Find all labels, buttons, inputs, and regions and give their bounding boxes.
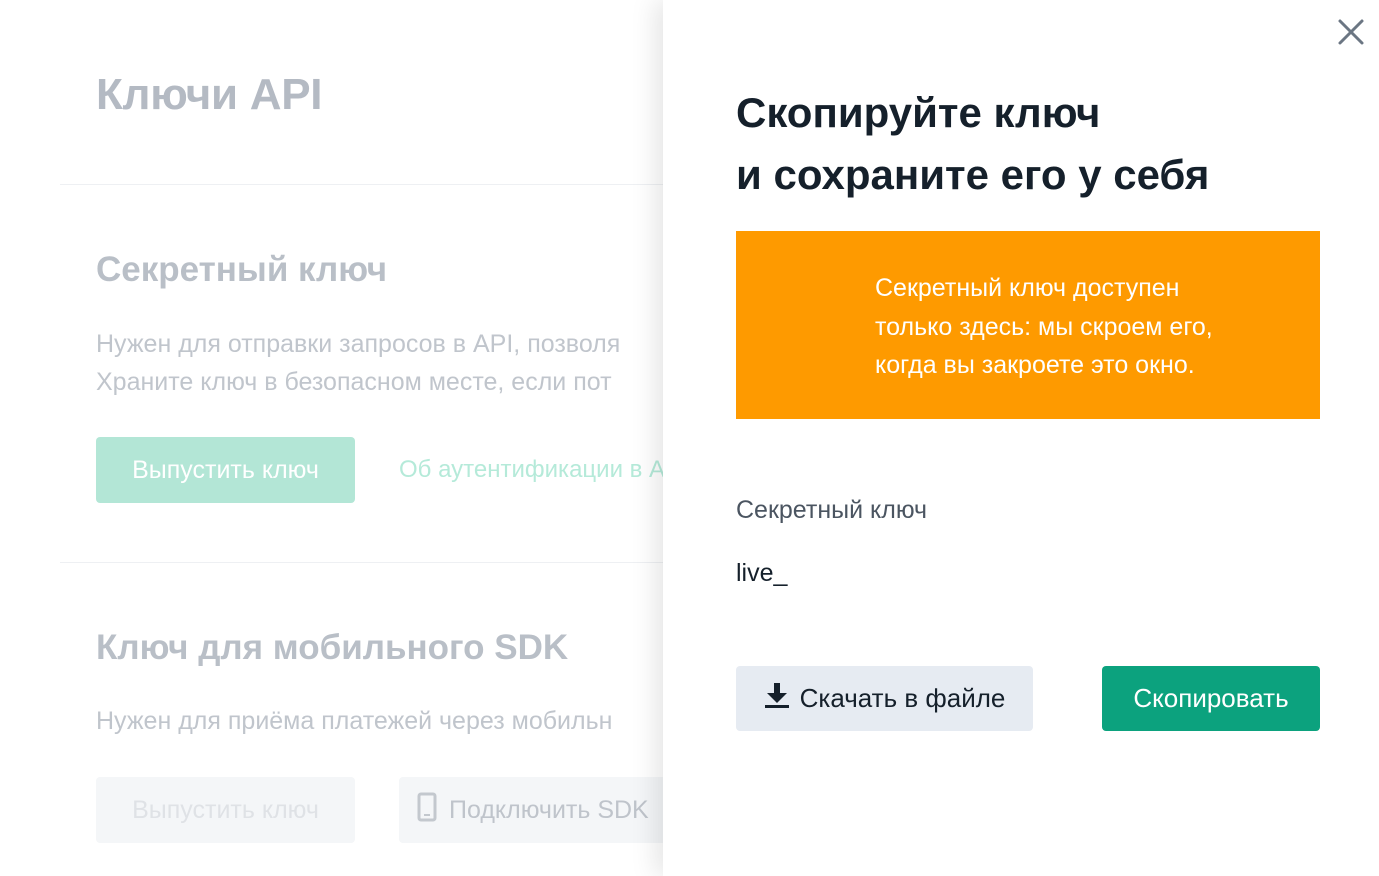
- close-icon: [1337, 18, 1365, 51]
- download-icon: [764, 681, 790, 716]
- secret-key-value-text: live_: [736, 559, 788, 587]
- secret-key-label: Секретный ключ: [736, 496, 928, 524]
- download-file-label: Скачать в файле: [799, 683, 1006, 713]
- secret-key-description-line2: Храните ключ в безопасном месте, если по…: [96, 368, 612, 396]
- download-file-button[interactable]: Скачать в файле: [736, 666, 1033, 731]
- page-title: Ключи API: [96, 70, 323, 119]
- divider: [60, 562, 680, 563]
- copy-button[interactable]: Скопировать: [1102, 666, 1320, 731]
- sdk-key-heading: Ключ для мобильного SDK: [96, 628, 569, 667]
- warning-line3: когда вы закроете это окно.: [875, 351, 1195, 379]
- connect-sdk-button[interactable]: Подключить SDK: [399, 777, 699, 843]
- warning-line1: Секретный ключ доступен: [875, 274, 1180, 302]
- modal-title: Скопируйте ключ и сохраните его у себя: [736, 82, 1336, 206]
- secret-key-description-line1: Нужен для отправки запросов в API, позво…: [96, 330, 621, 358]
- auth-docs-link[interactable]: Об аутентификации в А: [399, 456, 665, 484]
- phone-icon: [417, 792, 437, 829]
- redaction-mask: [736, 594, 1320, 626]
- connect-sdk-label: Подключить SDK: [449, 795, 649, 824]
- secret-key-heading: Секретный ключ: [96, 250, 388, 289]
- modal-title-line1: Скопируйте ключ: [736, 89, 1101, 136]
- divider: [60, 184, 680, 185]
- close-button[interactable]: [1332, 15, 1370, 53]
- warning-line2: только здесь: мы скроем его,: [875, 312, 1213, 341]
- modal-title-line2: и сохраните его у себя: [736, 151, 1210, 198]
- issue-sdk-key-button[interactable]: Выпустить ключ: [96, 777, 355, 843]
- redaction-mask: [786, 556, 1320, 580]
- secret-key-value[interactable]: live_: [736, 556, 1320, 626]
- issue-secret-key-button[interactable]: Выпустить ключ: [96, 437, 355, 503]
- sdk-key-description: Нужен для приёма платежей через мобильн: [96, 707, 613, 735]
- warning-banner: Секретный ключ доступен только здесь: мы…: [736, 231, 1320, 419]
